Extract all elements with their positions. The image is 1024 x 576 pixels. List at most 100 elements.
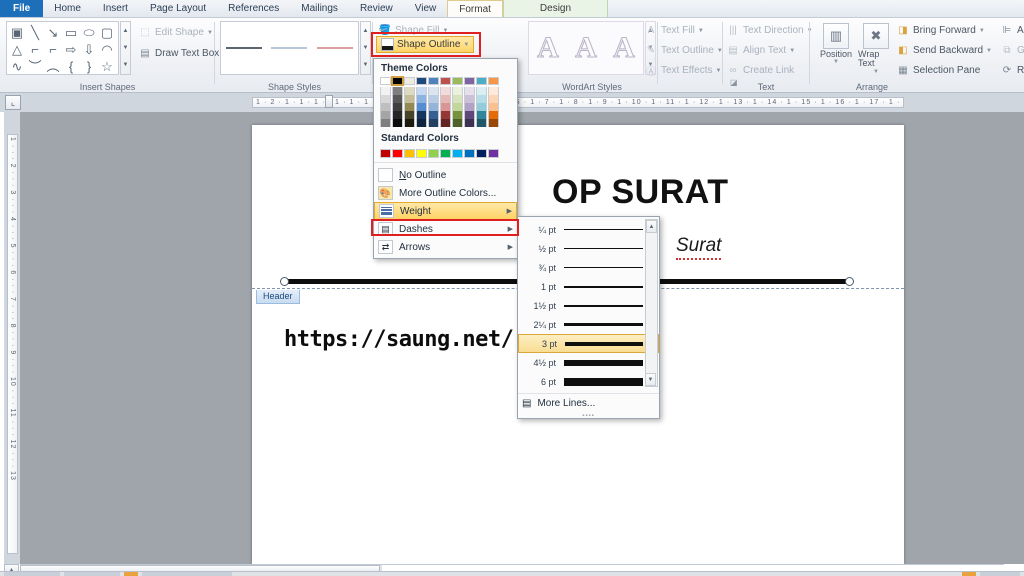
theme-color-swatch[interactable] xyxy=(392,119,403,127)
tab-mailings[interactable]: Mailings xyxy=(290,0,349,17)
tab-design[interactable]: Design xyxy=(502,0,609,17)
weight-option-row[interactable]: 1 pt xyxy=(518,277,659,296)
theme-color-swatch[interactable] xyxy=(476,77,487,85)
group-button[interactable]: ⧉ Group xyxy=(998,42,1024,59)
shape-rounded-rect-icon[interactable]: ▢ xyxy=(98,24,116,41)
more-lines-row[interactable]: ▤ More Lines... xyxy=(518,393,659,413)
text-fill-button[interactable]: A Text Fill ▼ xyxy=(642,22,725,39)
weight-option-row[interactable]: ¾ pt xyxy=(518,258,659,277)
shape-cloud-icon[interactable]: ◠ xyxy=(98,41,116,58)
shapes-gallery-scroll[interactable]: ▲ ▼ ▼ xyxy=(120,21,131,75)
theme-color-swatch[interactable] xyxy=(416,77,427,85)
theme-color-swatch[interactable] xyxy=(404,111,415,119)
theme-colors-grid[interactable] xyxy=(374,76,517,127)
taskbar[interactable] xyxy=(0,571,1024,576)
theme-color-swatch[interactable] xyxy=(416,103,427,111)
standard-color-swatch[interactable] xyxy=(476,149,487,158)
shapes-gallery[interactable]: ▣ ╲ ↘ ▭ ⬭ ▢ △ ⌐ ⌐ ⇨ ⇩ ◠ ∿ ︶ ︵ { } ☆ xyxy=(6,21,119,75)
theme-color-swatch[interactable] xyxy=(392,103,403,111)
tab-page-layout[interactable]: Page Layout xyxy=(139,0,217,17)
taskbar-tray-icon[interactable] xyxy=(962,572,976,576)
shape-elbow-arrow-icon[interactable]: ⌐ xyxy=(44,41,62,58)
gallery-more-icon[interactable]: ▼ xyxy=(123,62,129,68)
standard-color-swatch[interactable] xyxy=(416,149,427,158)
menu-item-arrows[interactable]: ⇄ Arrows ▶ xyxy=(374,238,517,256)
theme-color-swatch[interactable] xyxy=(440,103,451,111)
shape-left-brace-icon[interactable]: { xyxy=(62,58,80,75)
theme-color-column[interactable] xyxy=(476,77,487,127)
tab-review[interactable]: Review xyxy=(349,0,404,17)
shape-line-icon[interactable]: ╲ xyxy=(26,24,44,41)
text-effects-button[interactable]: Ⓐ Text Effects ▼ xyxy=(642,62,725,79)
weight-option-row[interactable]: 6 pt xyxy=(518,372,659,391)
theme-color-swatch[interactable] xyxy=(488,103,499,111)
theme-color-swatch[interactable] xyxy=(464,103,475,111)
theme-color-swatch[interactable] xyxy=(488,111,499,119)
theme-color-swatch[interactable] xyxy=(404,95,415,103)
wordart-gallery[interactable]: A A A xyxy=(528,21,644,75)
tab-references[interactable]: References xyxy=(217,0,290,17)
theme-color-swatch[interactable] xyxy=(404,119,415,127)
theme-color-swatch[interactable] xyxy=(440,95,451,103)
theme-color-swatch[interactable] xyxy=(464,119,475,127)
theme-color-swatch[interactable] xyxy=(380,111,391,119)
theme-color-swatch[interactable] xyxy=(428,87,439,95)
shape-style-thumb-3[interactable] xyxy=(317,47,354,49)
theme-color-column[interactable] xyxy=(428,77,439,127)
rotate-button[interactable]: ⟳ Rotate xyxy=(998,62,1024,79)
shape-outline-dropdown-menu[interactable]: Theme Colors Standard Colors No Outline … xyxy=(373,58,518,259)
theme-color-swatch[interactable] xyxy=(476,87,487,95)
theme-color-swatch[interactable] xyxy=(416,87,427,95)
text-outline-button[interactable]: ✎ Text Outline ▼ xyxy=(642,42,725,59)
shape-oval-icon[interactable]: ⬭ xyxy=(80,24,98,41)
theme-color-swatch[interactable] xyxy=(440,87,451,95)
vertical-ruler[interactable]: 1 · · · 2 · · · 3 · · · 4 · · · 5 · · · … xyxy=(4,112,20,564)
theme-color-swatch[interactable] xyxy=(380,103,391,111)
theme-color-swatch[interactable] xyxy=(416,119,427,127)
theme-color-swatch[interactable] xyxy=(380,77,391,85)
scroll-down-icon[interactable]: ▼ xyxy=(123,45,129,51)
taskbar-tray[interactable] xyxy=(980,572,1020,576)
weight-option-row[interactable]: ½ pt xyxy=(518,239,659,258)
wrap-text-button[interactable]: ✖ Wrap Text ▼ xyxy=(858,23,894,75)
theme-color-swatch[interactable] xyxy=(452,77,463,85)
tab-format[interactable]: Format xyxy=(447,0,503,17)
shape-style-thumb-1[interactable] xyxy=(225,47,262,49)
theme-color-swatch[interactable] xyxy=(392,95,403,103)
taskbar-item[interactable] xyxy=(4,572,60,576)
shape-elbow-connector-icon[interactable]: ⌐ xyxy=(26,41,44,58)
create-link-button[interactable]: ∞ Create Link xyxy=(724,62,815,79)
shape-triangle-icon[interactable]: △ xyxy=(8,41,26,58)
shape-curve-icon[interactable]: ︶ xyxy=(26,58,44,75)
standard-color-swatch[interactable] xyxy=(464,149,475,158)
theme-color-swatch[interactable] xyxy=(452,119,463,127)
standard-colors-row[interactable] xyxy=(374,149,517,158)
theme-color-swatch[interactable] xyxy=(476,119,487,127)
shape-arrow-icon[interactable]: ↘ xyxy=(44,24,62,41)
weight-option-row[interactable]: 1½ pt xyxy=(518,296,659,315)
weight-submenu[interactable]: ¼ pt ½ pt ¾ pt 1 pt 1½ pt 2¼ pt 3 pt 4½ pt 6 pt … xyxy=(517,216,660,419)
edit-shape-button[interactable]: ⬚ Edit Shape ▼ xyxy=(136,24,221,41)
wordart-sample-2[interactable]: A xyxy=(575,31,598,65)
theme-color-column[interactable] xyxy=(452,77,463,127)
theme-color-swatch[interactable] xyxy=(452,95,463,103)
send-backward-button[interactable]: ◧ Send Backward ▼ xyxy=(894,42,994,59)
scroll-up-icon[interactable]: ▲ xyxy=(363,28,369,34)
first-line-indent-marker[interactable] xyxy=(325,95,333,108)
shape-style-thumb-2[interactable] xyxy=(271,47,308,49)
theme-color-swatch[interactable] xyxy=(428,77,439,85)
scroll-up-icon[interactable]: ▲ xyxy=(123,28,129,34)
theme-color-swatch[interactable] xyxy=(488,77,499,85)
tab-file[interactable]: File xyxy=(0,0,44,17)
standard-color-swatch[interactable] xyxy=(488,149,499,158)
theme-color-column[interactable] xyxy=(416,77,427,127)
shape-handle-left[interactable] xyxy=(280,277,289,286)
taskbar-item[interactable] xyxy=(64,572,120,576)
theme-color-swatch[interactable] xyxy=(380,119,391,127)
vertical-ruler-scale[interactable]: 1 · · · 2 · · · 3 · · · 4 · · · 5 · · · … xyxy=(7,134,18,554)
document-title-text[interactable]: OP SURAT xyxy=(552,173,729,212)
theme-color-swatch[interactable] xyxy=(428,119,439,127)
standard-color-swatch[interactable] xyxy=(380,149,391,158)
theme-color-column[interactable] xyxy=(464,77,475,127)
tab-selector-button[interactable]: ⌞ xyxy=(5,95,21,110)
